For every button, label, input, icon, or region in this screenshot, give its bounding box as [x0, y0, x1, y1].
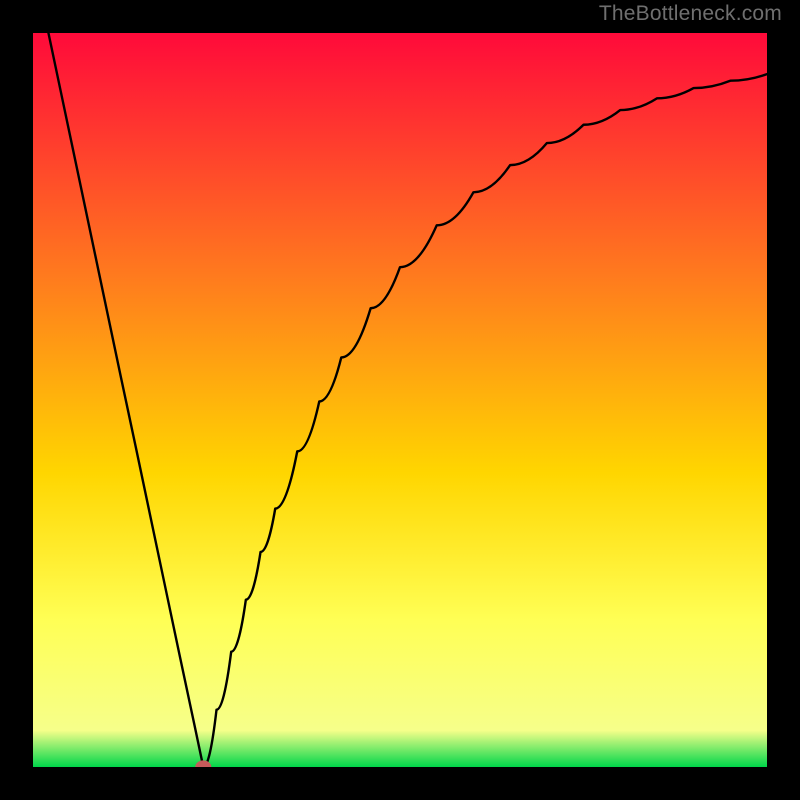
gradient-background [33, 33, 767, 767]
watermark-text: TheBottleneck.com [599, 2, 782, 26]
bottleneck-chart [33, 33, 767, 767]
chart-frame: TheBottleneck.com [0, 0, 800, 800]
